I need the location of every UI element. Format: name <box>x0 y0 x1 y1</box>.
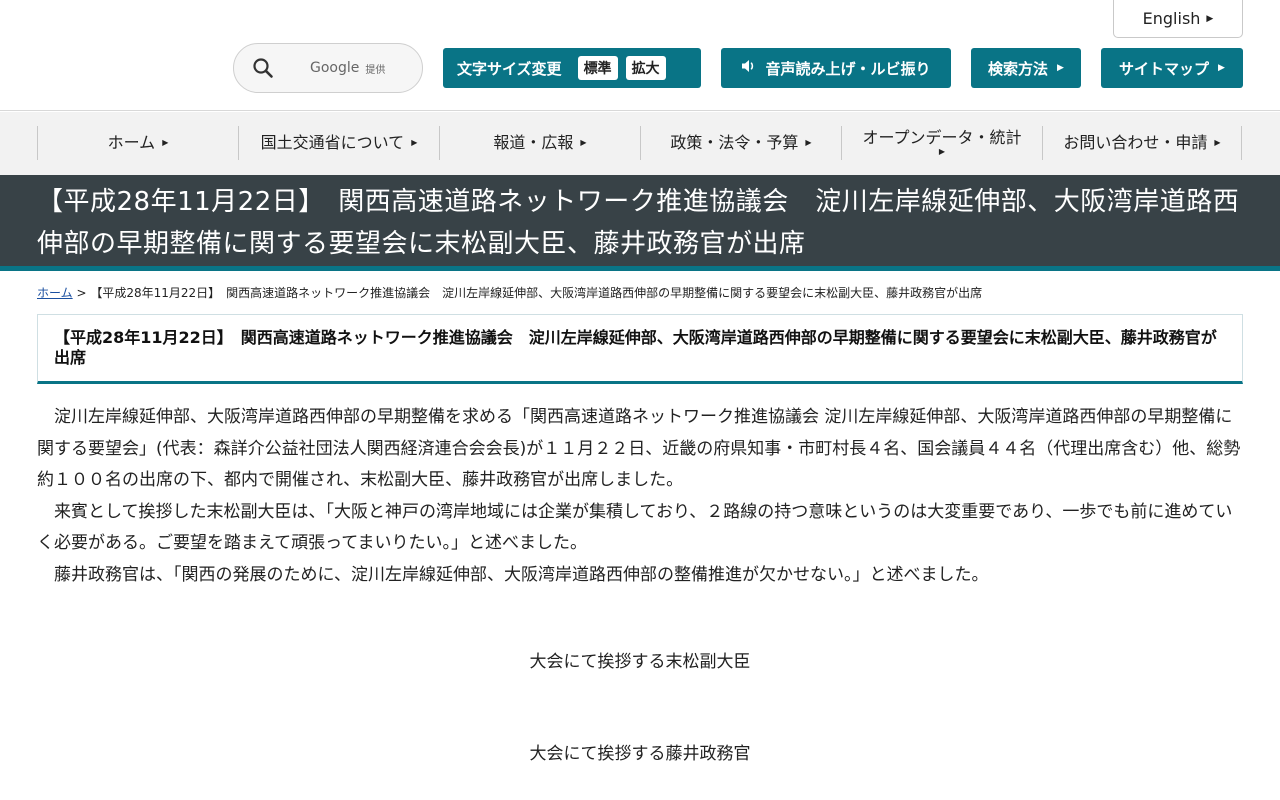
font-size-control: 文字サイズ変更 標準 拡大 <box>443 48 701 88</box>
font-size-standard-button[interactable]: 標準 <box>577 56 618 80</box>
body-paragraph: 来賓として挨拶した末松副大臣は、「大阪と神戸の湾岸地域には企業が集積しており、２… <box>37 501 1233 554</box>
site-search[interactable]: Google 提供 <box>233 43 423 93</box>
nav-item-open-data[interactable]: オープンデータ・統計 ▶ <box>841 126 1042 160</box>
breadcrumb: ホーム > 【平成28年11月22日】 関西高速道路ネットワーク推進協議会 淀川… <box>37 284 1243 301</box>
title-banner: 【平成28年11月22日】 関西高速道路ネットワーク推進協議会 淀川左岸線延伸部… <box>0 175 1280 271</box>
triangle-right-icon: ▶ <box>411 137 418 147</box>
voice-ruby-label: 音声読み上げ・ルビ振り <box>765 59 931 78</box>
english-link[interactable]: English ▶ <box>1113 0 1243 38</box>
triangle-right-icon: ▶ <box>162 137 169 147</box>
triangle-right-icon: ▶ <box>1218 63 1225 73</box>
photo-caption: 大会にて挨拶する藤井政務官 <box>529 744 751 764</box>
english-label: English <box>1142 9 1201 28</box>
nav-item-policy[interactable]: 政策・法令・予算 ▶ <box>640 126 841 160</box>
breadcrumb-current: 【平成28年11月22日】 関西高速道路ネットワーク推進協議会 淀川左岸線延伸部… <box>90 286 983 300</box>
search-icon[interactable] <box>252 57 274 79</box>
breadcrumb-home-link[interactable]: ホーム <box>37 286 73 300</box>
sitemap-button[interactable]: サイトマップ ▶ <box>1101 48 1243 88</box>
sitemap-label: サイトマップ <box>1119 59 1210 78</box>
font-size-label: 文字サイズ変更 <box>457 59 562 78</box>
triangle-right-icon: ▶ <box>805 137 812 147</box>
triangle-right-icon: ▶ <box>1206 13 1214 24</box>
nav-item-about[interactable]: 国土交通省について ▶ <box>238 126 439 160</box>
article-heading: 【平成28年11月22日】 関西高速道路ネットワーク推進協議会 淀川左岸線延伸部… <box>54 328 1217 367</box>
triangle-right-icon: ▶ <box>938 147 946 157</box>
voice-ruby-button[interactable]: 音声読み上げ・ルビ振り <box>721 48 951 88</box>
speaker-icon <box>741 59 757 77</box>
search-method-button[interactable]: 検索方法 ▶ <box>971 48 1081 88</box>
nav-item-press[interactable]: 報道・広報 ▶ <box>439 126 640 160</box>
triangle-right-icon: ▶ <box>580 137 587 147</box>
search-method-label: 検索方法 <box>988 59 1049 78</box>
nav-item-home[interactable]: ホーム ▶ <box>37 126 238 160</box>
article-body: 淀川左岸線延伸部、大阪湾岸道路西伸部の早期整備を求める「関西高速道路ネットワーク… <box>37 402 1243 591</box>
triangle-right-icon: ▶ <box>1214 137 1221 147</box>
article-heading-box: 【平成28年11月22日】 関西高速道路ネットワーク推進協議会 淀川左岸線延伸部… <box>37 314 1243 384</box>
nav-item-contact[interactable]: お問い合わせ・申請 ▶ <box>1042 126 1242 160</box>
site-header: English ▶ Google 提供 文字サイズ変更 標準 拡大 音声読み上げ… <box>0 0 1280 111</box>
photo-caption: 大会にて挨拶する末松副大臣 <box>529 652 751 672</box>
triangle-right-icon: ▶ <box>1057 63 1064 73</box>
body-paragraph: 淀川左岸線延伸部、大阪湾岸道路西伸部の早期整備を求める「関西高速道路ネットワーク… <box>37 407 1241 490</box>
body-paragraph: 藤井政務官は、「関西の発展のために、淀川左岸線延伸部、大阪湾岸道路西伸部の整備推… <box>54 564 989 585</box>
breadcrumb-separator: > <box>76 286 87 300</box>
page-title: 【平成28年11月22日】 関西高速道路ネットワーク推進協議会 淀川左岸線延伸部… <box>37 187 1240 259</box>
global-nav: ホーム ▶ 国土交通省について ▶ 報道・広報 ▶ 政策・法令・予算 ▶ オープンデータ… <box>0 112 1280 175</box>
font-size-large-button[interactable]: 拡大 <box>625 56 666 80</box>
